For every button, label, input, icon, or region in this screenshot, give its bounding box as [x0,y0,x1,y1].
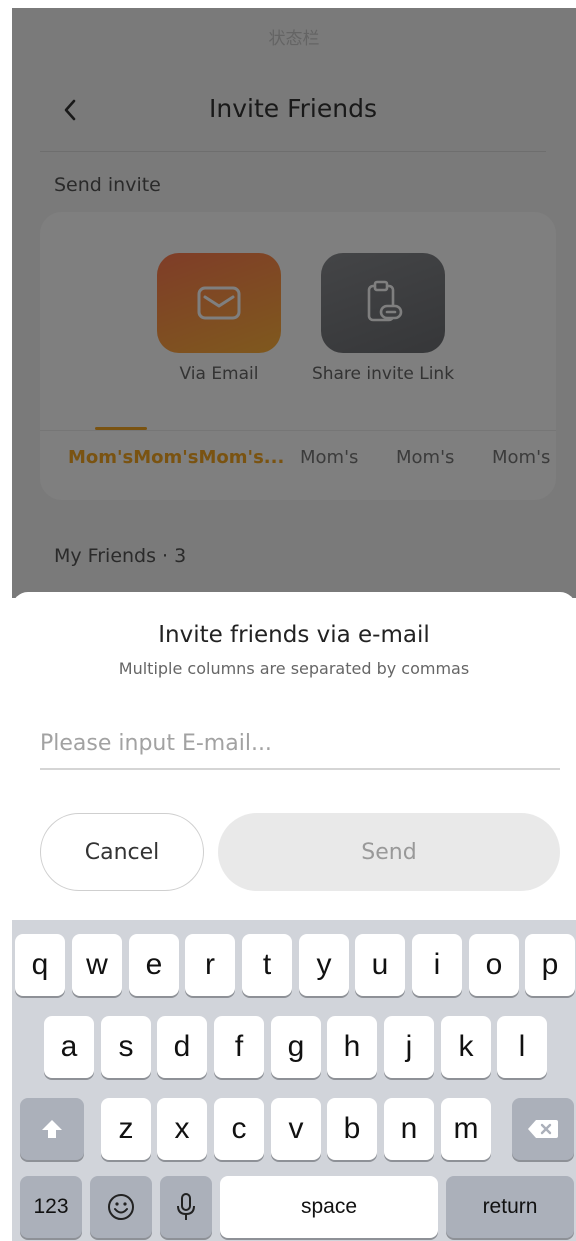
shift-key[interactable] [20,1098,84,1160]
invite-email-sheet: Invite friends via e-mail Multiple colum… [12,592,576,920]
delete-key[interactable] [512,1098,574,1160]
key-a[interactable]: a [44,1016,94,1078]
emoji-icon [108,1194,134,1220]
key-y[interactable]: y [299,934,349,996]
send-button[interactable]: Send [218,813,560,891]
key-k[interactable]: k [441,1016,491,1078]
sheet-title: Invite friends via e-mail [158,622,430,648]
key-z[interactable]: z [101,1098,151,1160]
key-q[interactable]: q [15,934,65,996]
key-s[interactable]: s [101,1016,151,1078]
key-c[interactable]: c [214,1098,264,1160]
modal-overlay[interactable] [12,8,576,598]
key-m[interactable]: m [441,1098,491,1160]
sheet-subtitle: Multiple columns are separated by commas [118,659,470,678]
key-v[interactable]: v [271,1098,321,1160]
key-u[interactable]: u [355,934,405,996]
key-e[interactable]: e [129,934,179,996]
backspace-icon [528,1120,558,1138]
key-t[interactable]: t [242,934,292,996]
emoji-key[interactable] [90,1176,152,1238]
space-key[interactable]: space [220,1176,438,1238]
key-f[interactable]: f [214,1016,264,1078]
key-p[interactable]: p [525,934,575,996]
numbers-key[interactable]: 123 [20,1176,82,1238]
return-key[interactable]: return [446,1176,574,1238]
key-x[interactable]: x [157,1098,207,1160]
key-n[interactable]: n [384,1098,434,1160]
microphone-key[interactable] [160,1176,212,1238]
cancel-button[interactable]: Cancel [40,813,204,891]
key-g[interactable]: g [271,1016,321,1078]
shift-arrow-icon [42,1120,62,1138]
key-j[interactable]: j [384,1016,434,1078]
email-input[interactable] [40,718,560,770]
key-b[interactable]: b [327,1098,377,1160]
key-d[interactable]: d [157,1016,207,1078]
keyboard: q w e r t y u i o p a s d f g h j k l z … [12,920,576,1241]
key-i[interactable]: i [412,934,462,996]
key-o[interactable]: o [469,934,519,996]
microphone-icon [177,1193,195,1220]
key-l[interactable]: l [497,1016,547,1078]
key-r[interactable]: r [185,934,235,996]
key-w[interactable]: w [72,934,122,996]
key-h[interactable]: h [327,1016,377,1078]
